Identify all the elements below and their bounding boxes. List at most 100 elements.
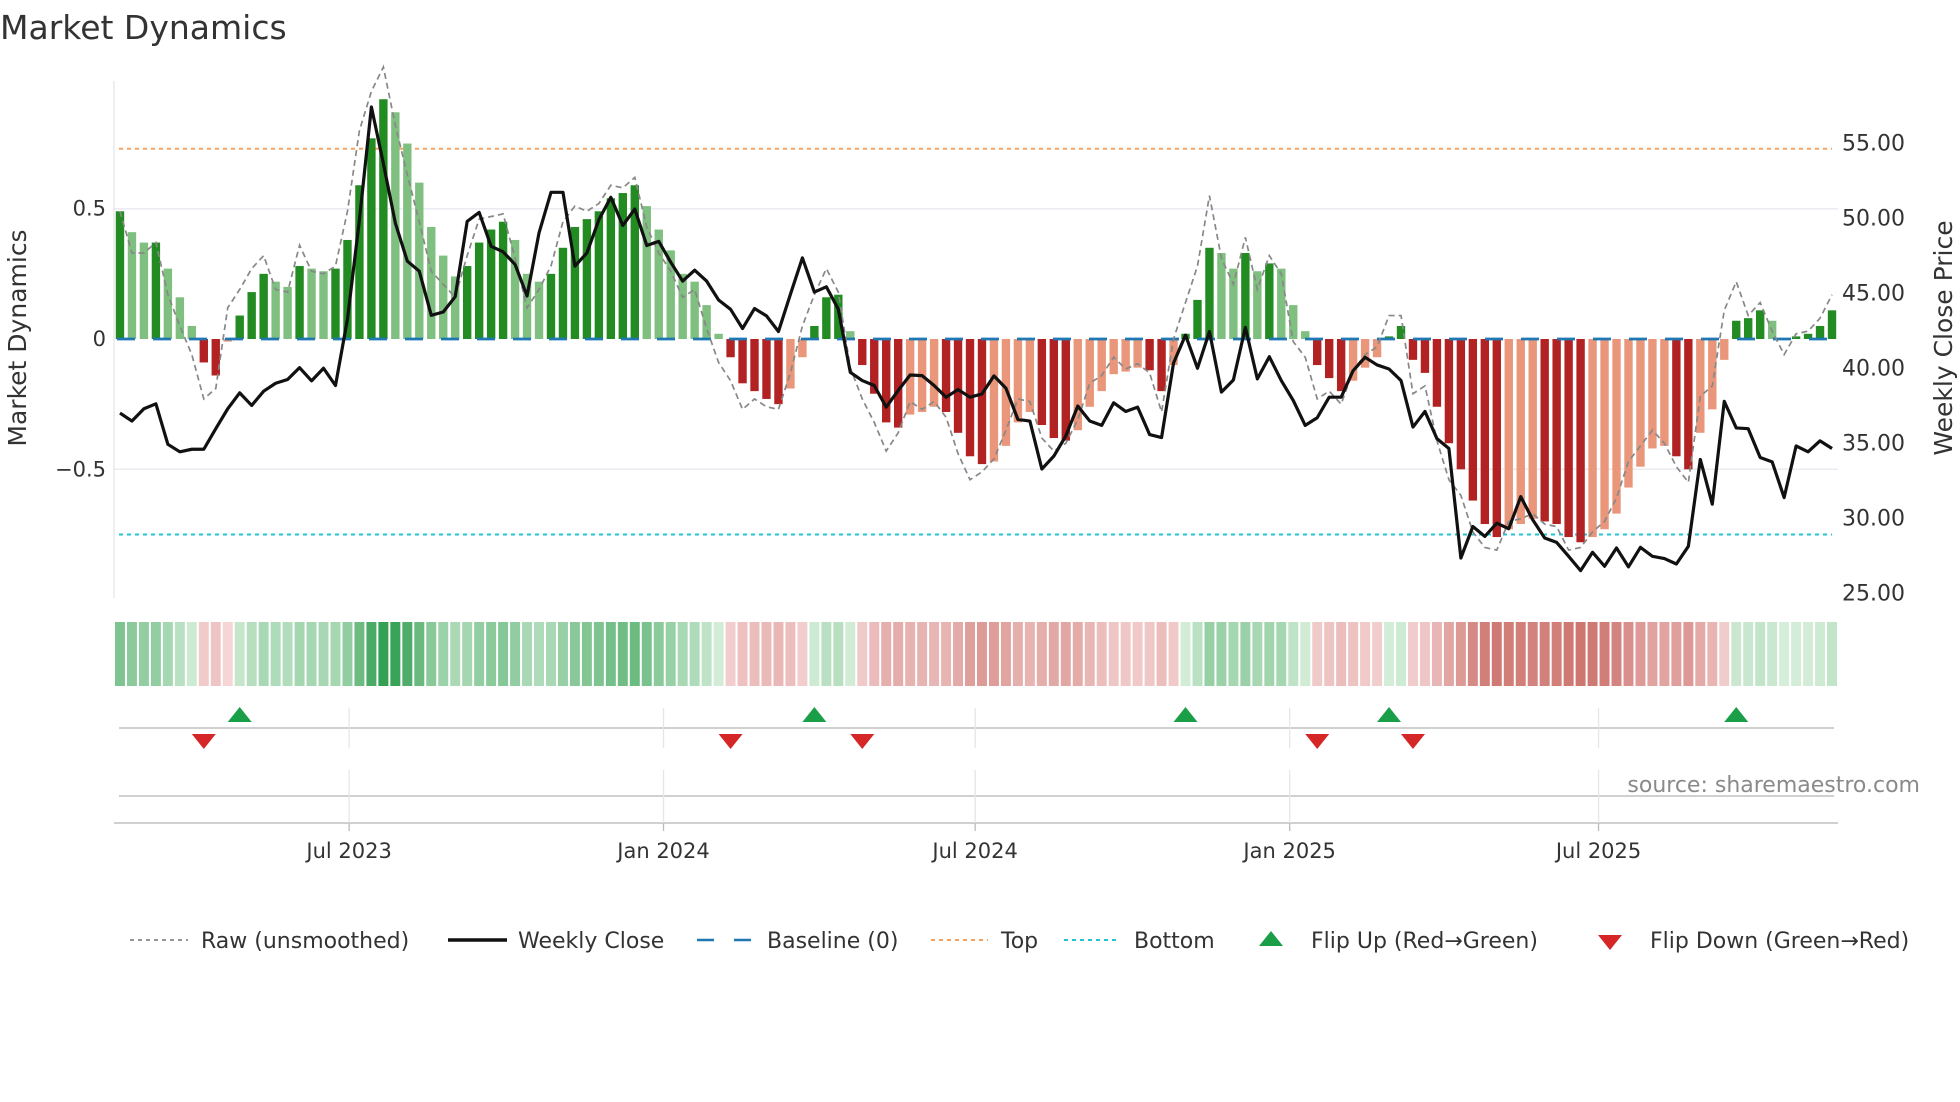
momentum-bar [1444,339,1454,444]
heat-cell [1216,622,1227,686]
momentum-bar [1408,339,1418,360]
heat-cell [234,622,245,686]
heat-cell [1575,622,1586,686]
legend: Raw (unsmoothed) Weekly Close Baseline (… [130,929,1909,954]
legend-raw-label: Raw (unsmoothed) [201,929,409,954]
heat-cell [893,622,904,686]
momentum-bar [1324,339,1334,379]
heat-cell [1132,622,1143,686]
x-tick-label: Jul 2025 [1554,839,1641,863]
momentum-bar [726,339,735,358]
heat-cell [1288,622,1299,686]
momentum-bar [235,315,244,339]
heat-cell [581,622,592,686]
heat-cell [1707,622,1718,686]
momentum-bar [1684,339,1693,470]
heat-cell [1635,622,1646,686]
momentum-bar [1121,339,1130,372]
momentum-bar [1552,339,1561,525]
momentum-bar [798,339,807,358]
heat-cell [833,622,844,686]
legend-bottom-label: Bottom [1134,929,1215,954]
flip-up-marker [802,707,827,722]
heat-cell [474,622,485,686]
momentum-bar [678,273,687,339]
heat-cell [1479,622,1490,686]
heat-cell [881,622,892,686]
heat-cell [1815,622,1826,686]
heat-cell [1503,622,1514,686]
heat-cell [1431,622,1442,686]
flip-down-marker [1400,734,1425,749]
reference-lines [119,147,1832,536]
legend-baseline-label: Baseline (0) [767,929,898,954]
momentum-bar [810,325,819,339]
heat-cell [1036,622,1047,686]
heat-cell [845,622,856,686]
momentum-bar [1744,318,1753,339]
momentum-bar [1600,339,1609,530]
heat-cell [1072,622,1083,686]
heat-cell [150,622,161,686]
flip-down-marker [191,734,216,749]
heat-cell [1240,622,1251,686]
momentum-bar [929,339,939,407]
heat-cell [988,622,999,686]
heat-cell [1252,622,1263,686]
heat-cell [522,622,533,686]
momentum-bar [893,339,903,428]
momentum-bar [882,339,891,423]
momentum-bar [1193,299,1202,339]
heat-cell [917,622,928,686]
heat-cell [665,622,676,686]
momentum-bar [199,339,208,363]
heat-cell [1144,622,1155,686]
heat-cell [869,622,880,686]
momentum-bar [858,339,867,366]
heat-cell [546,622,556,686]
momentum-bar [1612,339,1621,514]
heat-cell [1300,622,1311,686]
chart-title: Market Dynamics [0,8,287,47]
heat-cell [1180,622,1191,686]
flip-down-marker [1305,734,1330,749]
heat-cell [498,622,509,686]
heat-cell [605,622,616,686]
heat-cell [1024,622,1035,686]
heat-cell [773,622,784,686]
momentum-bar [1528,339,1537,519]
heat-cell [1108,622,1119,686]
heat-cell [138,622,149,686]
legend-flip-down-label: Flip Down (Green→Red) [1650,929,1909,954]
heat-cell [1455,622,1466,686]
momentum-bar [1720,339,1729,360]
heat-cell [593,622,604,686]
heat-cell [689,622,700,686]
momentum-bar [738,339,747,384]
momentum-bar [822,297,831,339]
heat-cell [330,622,341,686]
momentum-bar [211,339,220,376]
heat-cell [1527,622,1538,686]
heat-cell [785,622,796,686]
momentum-bar [762,339,771,399]
heat-cell [1312,622,1323,686]
momentum-bar [1708,339,1717,410]
left-axis-label: Market Dynamics [3,229,32,446]
heat-cell [414,622,425,686]
momentum-bar [1540,339,1549,522]
momentum-heat-strip [115,622,1837,686]
heat-cell [1372,622,1383,686]
momentum-bar [259,273,268,339]
heat-cell [1767,622,1778,686]
momentum-bar [139,242,149,339]
heat-cell [701,622,712,686]
heat-cell [198,622,209,686]
heat-cell [438,622,449,686]
momentum-bar [295,266,304,339]
heat-cell [569,622,580,686]
heat-cell [1120,622,1131,686]
momentum-bar [427,226,436,339]
heat-cell [115,622,125,686]
momentum-bar [1420,339,1430,373]
